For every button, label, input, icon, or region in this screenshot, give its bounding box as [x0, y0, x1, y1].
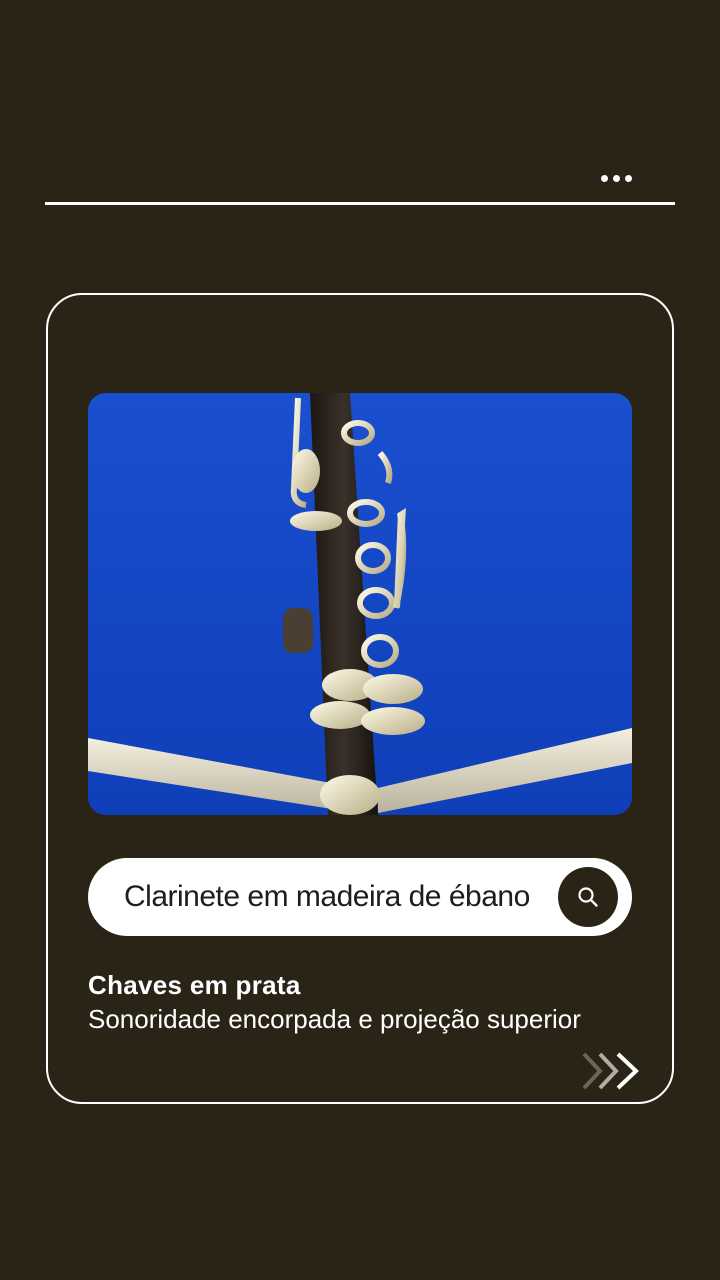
more-options-icon-dot [612, 174, 620, 182]
more-options-icon [600, 174, 608, 182]
search-button[interactable] [558, 867, 618, 927]
card-subtitle: Sonoridade encorpada e projeção superior [88, 1004, 581, 1034]
triple-chevron-right-icon [582, 1052, 639, 1090]
search-bar[interactable]: Clarinete em madeira de ébano [88, 858, 632, 936]
next-button[interactable] [580, 1050, 642, 1092]
search-input[interactable]: Clarinete em madeira de ébano [124, 858, 530, 936]
more-options-icon-dot [624, 174, 632, 182]
more-options-button[interactable] [592, 166, 640, 190]
clarinet-photo [88, 393, 632, 815]
header-divider [45, 202, 675, 205]
card-title: Chaves em prata [88, 970, 301, 1000]
search-icon [578, 887, 598, 907]
